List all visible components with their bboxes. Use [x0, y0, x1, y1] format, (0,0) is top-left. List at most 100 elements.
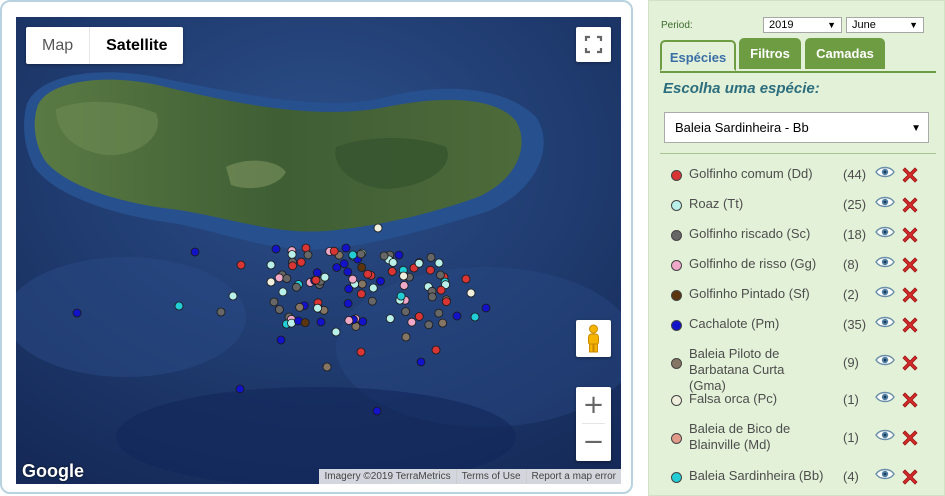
- sighting-marker[interactable]: [396, 291, 406, 301]
- sighting-marker[interactable]: [320, 272, 330, 282]
- sighting-marker[interactable]: [379, 251, 389, 261]
- sighting-marker[interactable]: [348, 274, 358, 284]
- sighting-marker[interactable]: [236, 260, 246, 270]
- sighting-marker[interactable]: [274, 273, 284, 283]
- close-icon[interactable]: [900, 285, 920, 305]
- sighting-marker[interactable]: [216, 307, 226, 317]
- sighting-marker[interactable]: [339, 259, 349, 269]
- sighting-marker[interactable]: [452, 311, 462, 321]
- sighting-marker[interactable]: [481, 303, 491, 313]
- close-icon[interactable]: [900, 467, 920, 487]
- eye-icon[interactable]: [875, 428, 895, 442]
- sighting-marker[interactable]: [344, 316, 354, 325]
- sighting-marker[interactable]: [441, 297, 451, 307]
- species-select[interactable]: Baleia Sardinheira - Bb ▼: [664, 112, 929, 143]
- sighting-marker[interactable]: [434, 308, 444, 318]
- tab-especies[interactable]: Espécies: [660, 40, 736, 71]
- sighting-marker[interactable]: [399, 271, 409, 281]
- eye-icon[interactable]: [875, 165, 895, 179]
- sighting-marker[interactable]: [363, 269, 373, 279]
- sighting-marker[interactable]: [313, 303, 323, 313]
- eye-icon[interactable]: [875, 195, 895, 209]
- close-icon[interactable]: [900, 428, 920, 448]
- street-view-button[interactable]: [576, 320, 611, 357]
- sighting-marker[interactable]: [388, 258, 398, 267]
- sighting-marker[interactable]: [276, 335, 286, 345]
- zoom-in-button[interactable]: +: [576, 387, 611, 423]
- sighting-marker[interactable]: [435, 270, 445, 280]
- sighting-marker[interactable]: [287, 250, 297, 259]
- sighting-marker[interactable]: [358, 317, 368, 326]
- sighting-marker[interactable]: [274, 305, 284, 314]
- sighting-marker[interactable]: [387, 267, 397, 276]
- close-icon[interactable]: [900, 315, 920, 335]
- sighting-marker[interactable]: [372, 406, 382, 416]
- sighting-marker[interactable]: [401, 332, 411, 342]
- sighting-marker[interactable]: [174, 301, 184, 311]
- sighting-marker[interactable]: [401, 307, 411, 317]
- sighting-marker[interactable]: [427, 292, 437, 302]
- tab-camadas[interactable]: Camadas: [805, 38, 885, 69]
- zoom-out-button[interactable]: −: [576, 424, 611, 460]
- sighting-marker[interactable]: [271, 244, 281, 254]
- sighting-marker[interactable]: [190, 247, 200, 257]
- sighting-marker[interactable]: [470, 312, 480, 322]
- sighting-marker[interactable]: [228, 291, 238, 301]
- close-icon[interactable]: [900, 255, 920, 275]
- sighting-marker[interactable]: [344, 284, 354, 294]
- sighting-marker[interactable]: [357, 262, 367, 272]
- eye-icon[interactable]: [875, 353, 895, 367]
- sighting-marker[interactable]: [385, 314, 395, 324]
- sighting-marker[interactable]: [235, 384, 245, 394]
- sighting-marker[interactable]: [356, 347, 366, 357]
- sighting-marker[interactable]: [399, 281, 409, 290]
- sighting-marker[interactable]: [348, 250, 358, 260]
- sighting-marker[interactable]: [367, 296, 377, 306]
- sighting-marker[interactable]: [278, 287, 288, 297]
- sighting-marker[interactable]: [434, 258, 444, 268]
- year-select[interactable]: 2019 ▼: [763, 17, 842, 33]
- sighting-marker[interactable]: [72, 308, 82, 318]
- sighting-marker[interactable]: [269, 297, 279, 307]
- month-select[interactable]: June ▼: [846, 17, 924, 33]
- sighting-marker[interactable]: [414, 258, 424, 268]
- report-map-error-link[interactable]: Report a map error: [525, 469, 621, 484]
- sighting-marker[interactable]: [312, 268, 322, 278]
- sighting-marker[interactable]: [343, 267, 353, 277]
- sighting-marker[interactable]: [282, 274, 292, 283]
- sighting-marker[interactable]: [296, 257, 306, 267]
- sighting-marker[interactable]: [356, 249, 366, 259]
- sighting-marker[interactable]: [311, 275, 321, 285]
- map-type-map-button[interactable]: Map: [26, 27, 89, 64]
- sighting-marker[interactable]: [266, 277, 276, 287]
- close-icon[interactable]: [900, 195, 920, 215]
- sighting-marker[interactable]: [300, 318, 310, 328]
- sighting-marker[interactable]: [414, 312, 424, 321]
- sighting-marker[interactable]: [461, 274, 471, 284]
- sighting-marker[interactable]: [322, 362, 332, 372]
- sighting-marker[interactable]: [332, 263, 342, 272]
- sighting-marker[interactable]: [376, 276, 385, 286]
- tab-filtros[interactable]: Filtros: [739, 38, 801, 69]
- sighting-marker[interactable]: [288, 261, 298, 271]
- sighting-marker[interactable]: [426, 252, 436, 262]
- sighting-marker[interactable]: [368, 283, 378, 293]
- sighting-marker[interactable]: [331, 327, 341, 337]
- sighting-marker[interactable]: [436, 285, 446, 295]
- sighting-marker[interactable]: [341, 243, 351, 253]
- sighting-marker[interactable]: [394, 250, 404, 260]
- fullscreen-button[interactable]: [576, 27, 611, 62]
- eye-icon[interactable]: [875, 225, 895, 239]
- eye-icon[interactable]: [875, 315, 895, 329]
- satellite-map[interactable]: Map Satellite + − Google Imagery ©2019 T…: [16, 17, 621, 484]
- sighting-marker[interactable]: [407, 317, 417, 327]
- sighting-marker[interactable]: [416, 357, 426, 367]
- sighting-marker[interactable]: [303, 250, 313, 260]
- sighting-marker[interactable]: [292, 282, 301, 292]
- sighting-marker[interactable]: [438, 318, 448, 328]
- sighting-marker[interactable]: [466, 288, 476, 298]
- close-icon[interactable]: [900, 390, 920, 410]
- close-icon[interactable]: [900, 353, 920, 373]
- sighting-marker[interactable]: [357, 279, 367, 289]
- sighting-marker[interactable]: [373, 223, 383, 233]
